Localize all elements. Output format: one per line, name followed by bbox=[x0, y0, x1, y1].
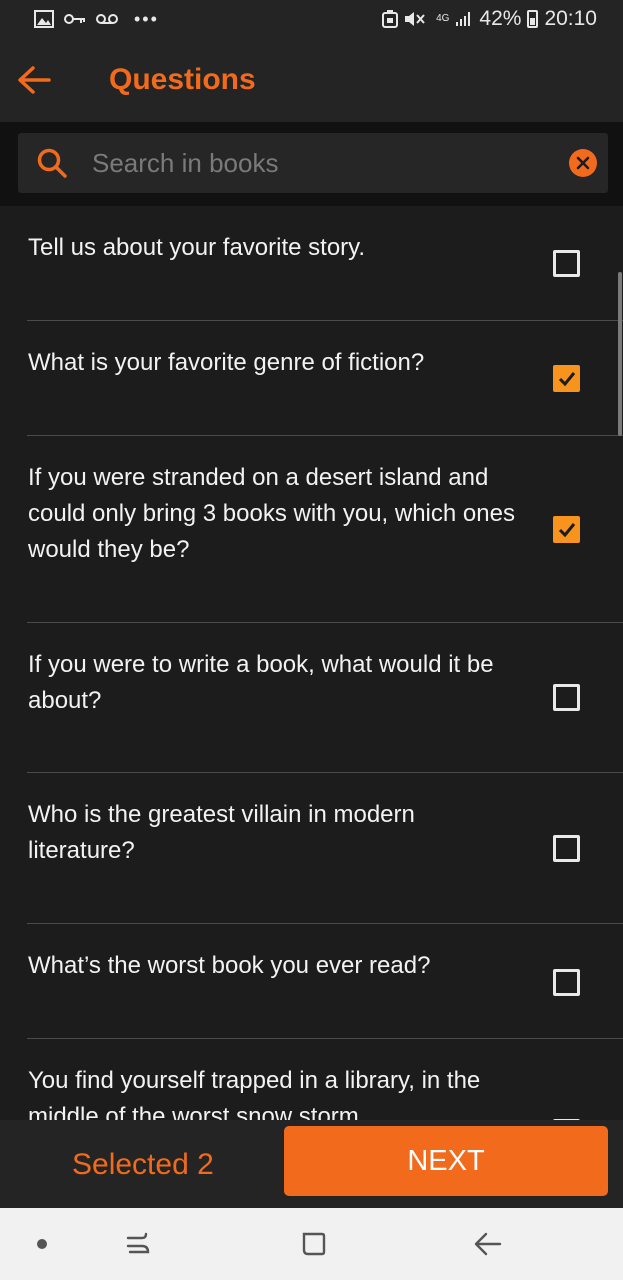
list-item[interactable]: Who is the greatest villain in modern li… bbox=[0, 773, 623, 924]
battery-icon bbox=[527, 10, 539, 28]
bottom-action-bar: Selected 2 NEXT bbox=[0, 1120, 623, 1208]
question-checkbox[interactable] bbox=[553, 684, 580, 711]
list-item[interactable]: If you were to write a book, what would … bbox=[0, 623, 623, 773]
search-section bbox=[0, 122, 623, 206]
list-item[interactable]: What is your favorite genre of fiction? bbox=[0, 321, 623, 436]
status-right-icons: 4G 42% 20:10 bbox=[382, 7, 597, 31]
network-type: 4G bbox=[436, 13, 450, 24]
search-input[interactable] bbox=[92, 147, 569, 179]
question-checkbox[interactable] bbox=[553, 250, 580, 277]
home-icon[interactable] bbox=[296, 1226, 332, 1262]
back-icon[interactable] bbox=[470, 1226, 506, 1262]
clock: 20:10 bbox=[544, 7, 597, 30]
clear-search-button[interactable] bbox=[569, 149, 597, 177]
signal-icon bbox=[456, 12, 471, 26]
search-box[interactable] bbox=[18, 133, 608, 193]
system-nav-bar bbox=[0, 1208, 623, 1280]
key-icon bbox=[64, 14, 85, 24]
question-list[interactable]: Tell us about your favorite story. What … bbox=[0, 206, 623, 1120]
question-checkbox[interactable] bbox=[553, 835, 580, 862]
image-icon bbox=[34, 10, 54, 28]
list-item[interactable]: You find yourself trapped in a library, … bbox=[0, 1039, 623, 1120]
app-bar: Questions bbox=[0, 38, 623, 122]
page-title: Questions bbox=[109, 63, 256, 96]
question-checkbox[interactable] bbox=[553, 365, 580, 392]
arrow-left-icon bbox=[18, 66, 51, 94]
voicemail-icon bbox=[96, 14, 118, 24]
list-item[interactable]: If you were stranded on a desert island … bbox=[0, 436, 623, 623]
back-button[interactable] bbox=[2, 48, 66, 112]
question-text: If you were to write a book, what would … bbox=[28, 651, 494, 714]
scrollbar-thumb[interactable] bbox=[618, 272, 622, 436]
list-item[interactable]: Tell us about your favorite story. bbox=[0, 206, 623, 321]
mute-icon bbox=[405, 12, 425, 26]
status-left-icons: ••• bbox=[34, 9, 159, 30]
recent-apps-icon[interactable] bbox=[120, 1226, 156, 1262]
battery-percent: 42% bbox=[479, 7, 522, 30]
more-dots-icon: ••• bbox=[134, 8, 159, 29]
selected-count-label: Selected 2 bbox=[72, 1148, 214, 1181]
list-item[interactable]: What’s the worst book you ever read? bbox=[0, 924, 623, 1039]
nav-dot-indicator bbox=[37, 1239, 47, 1249]
question-checkbox[interactable] bbox=[553, 969, 580, 996]
question-text: What is your favorite genre of fiction? bbox=[28, 349, 425, 376]
status-bar: ••• 4G 42% 20:10 bbox=[0, 0, 623, 38]
question-text: What’s the worst book you ever read? bbox=[28, 952, 431, 979]
checkmark-icon bbox=[558, 523, 576, 538]
search-icon bbox=[37, 148, 67, 178]
question-text: If you were stranded on a desert island … bbox=[28, 464, 515, 563]
battery-lock-icon bbox=[382, 10, 399, 28]
question-checkbox[interactable] bbox=[553, 516, 580, 543]
question-text: Who is the greatest villain in modern li… bbox=[28, 801, 415, 864]
question-text: Tell us about your favorite story. bbox=[28, 234, 366, 261]
clear-icon bbox=[576, 156, 590, 170]
question-text: You find yourself trapped in a library, … bbox=[28, 1067, 481, 1120]
checkmark-icon bbox=[558, 372, 576, 387]
next-button[interactable]: NEXT bbox=[284, 1126, 608, 1196]
